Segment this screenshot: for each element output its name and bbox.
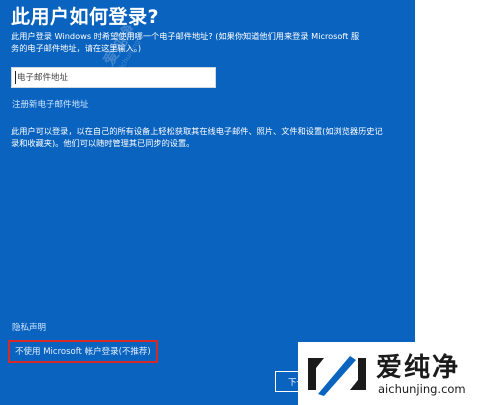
screenshot-stage: 此用户如何登录? 此用户登录 Windows 时希望使用哪一个电子邮件地址? (…	[0, 0, 500, 405]
dialog-description: 此用户登录 Windows 时希望使用哪一个电子邮件地址? (如果你知道他们用来…	[11, 31, 360, 53]
sync-info-text: 此用户可以登录，以在自己的所有设备上轻松获取其在线电子邮件、照片、文件和设置(如…	[11, 126, 383, 148]
dialog-title: 此用户如何登录?	[11, 6, 160, 28]
text-cursor	[15, 71, 16, 84]
watermark-badge: 爱纯净 aichunjing.com	[298, 342, 500, 405]
privacy-statement-link[interactable]: 隐私声明	[12, 321, 46, 333]
watermark-name: 爱纯净	[376, 353, 461, 383]
register-new-email-link[interactable]: 注册新电子邮件地址	[12, 98, 89, 110]
watermark-url: aichunjing.com	[378, 382, 466, 396]
local-account-link[interactable]: 不使用 Microsoft 帐户登录(不推荐)	[8, 340, 158, 363]
aichunjing-logo-icon	[308, 356, 366, 396]
email-address-input[interactable]	[11, 67, 216, 88]
